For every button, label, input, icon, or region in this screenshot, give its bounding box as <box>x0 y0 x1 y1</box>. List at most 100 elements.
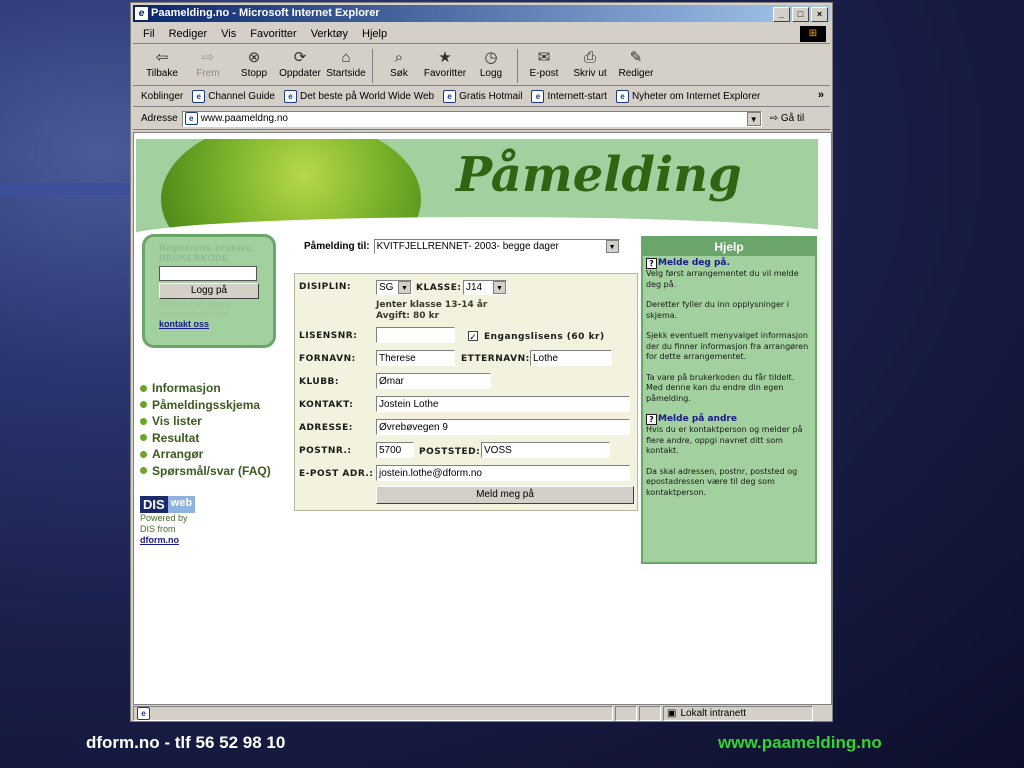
disiplin-select[interactable]: SG ▼ <box>376 280 412 295</box>
brukerkode-input[interactable] <box>159 266 257 281</box>
nav-vis-lister[interactable]: Vis lister <box>140 413 271 430</box>
help-title: Hjelp <box>643 238 815 256</box>
link-nyheter[interactable]: e Nyheter om Internet Explorer <box>615 90 760 103</box>
nav-faq[interactable]: Spørsmål/svar (FAQ) <box>140 463 271 480</box>
link-channel-guide[interactable]: e Channel Guide <box>192 90 275 103</box>
epost-input[interactable]: jostein.lothe@dform.no <box>376 465 630 481</box>
klasse-label: KLASSE: <box>416 283 462 293</box>
lisens-input[interactable] <box>376 327 455 343</box>
question-icon: ? <box>646 258 657 269</box>
toolbar-label: Favoritter <box>423 68 467 79</box>
go-button[interactable]: ⇨ Gå til <box>770 113 805 124</box>
toolbar-label: Tilbake <box>146 68 178 79</box>
menu-vis[interactable]: Vis <box>221 28 236 40</box>
minimize-button[interactable]: _ <box>773 7 790 22</box>
help-link-melde-deg[interactable]: ? Melde deg på. <box>646 258 812 269</box>
menu-fil[interactable]: Fil <box>143 28 155 40</box>
help-panel: Hjelp ? Melde deg på. Velg først arrangem… <box>641 236 817 564</box>
event-select[interactable]: KVITFJELLRENNET- 2003- begge dager ▼ <box>373 239 620 254</box>
banner: Påmelding <box>136 139 818 234</box>
link-gratis-hotmail[interactable]: e Gratis Hotmail <box>443 90 522 103</box>
help-text: Da skal adressen, postnr, poststed og ep… <box>646 466 798 497</box>
links-bar: Koblinger e Channel Guide e Det beste på W… <box>133 87 830 107</box>
toolbar-stopp-button[interactable]: ⊗ Stopp <box>231 46 277 86</box>
login-box: Registrerte brukere: BRUKERKODE Logg på … <box>142 234 276 348</box>
adresse-input[interactable]: Øvrebøvegen 9 <box>376 419 630 435</box>
nav-resultat[interactable]: Resultat <box>140 430 271 447</box>
toolbar: ⇦ Tilbake ⇨ Frem ⊗ Stopp ⟳ Oppdater ⌂ Startside ⌕ S… <box>133 46 830 86</box>
toolbar-label: Frem <box>196 68 220 79</box>
klasse-select[interactable]: J14 ▼ <box>463 280 507 295</box>
status-main: e <box>133 706 613 721</box>
question-icon: ? <box>646 414 657 425</box>
close-button[interactable]: × <box>811 7 828 22</box>
menu-hjelp[interactable]: Hjelp <box>362 28 387 40</box>
kontakt-label: KONTAKT: <box>299 400 354 410</box>
link-det-beste[interactable]: e Det beste på World Wide Web <box>283 90 434 103</box>
help-link-melde-andre[interactable]: ? Melde på andre <box>646 414 812 425</box>
bullet-icon <box>140 384 147 392</box>
status-bar: e ▣ Lokalt intranett <box>133 706 830 721</box>
dform-link[interactable]: dform.no <box>140 535 195 545</box>
kontakt-oss-link[interactable]: kontakt oss <box>159 319 259 329</box>
nav-pameldingsskjema[interactable]: Påmeldingsskjema <box>140 397 271 414</box>
toolbar-tilbake-button[interactable]: ⇦ Tilbake <box>139 46 185 86</box>
etternavn-input[interactable]: Lothe <box>530 350 612 366</box>
kontakt-input[interactable]: Jostein Lothe <box>376 396 630 412</box>
links-more-chevron-icon[interactable]: » <box>818 89 824 101</box>
engangslisens-checkbox[interactable]: ✓ <box>468 331 478 342</box>
mail-icon: ✉ <box>537 49 551 66</box>
poststed-label: POSTSTED: <box>419 447 481 457</box>
toolbar-frem-button[interactable]: ⇨ Frem <box>185 46 231 86</box>
toolbar-label: Stopp <box>240 68 268 79</box>
maximize-button[interactable]: □ <box>792 7 809 22</box>
footer-contact: dform.no - tlf 56 52 98 10 <box>86 733 286 752</box>
toolbar-startside-button[interactable]: ⌂ Startside <box>323 46 369 86</box>
nav-informasjon[interactable]: Informasjon <box>140 380 271 397</box>
toolbar-søk-button[interactable]: ⌕ Søk <box>376 46 422 86</box>
toolbar-oppdater-button[interactable]: ⟳ Oppdater <box>277 46 323 86</box>
ms-windows-logo-icon: ⊞ <box>800 26 826 42</box>
back-arrow-icon: ⇦ <box>155 49 169 66</box>
forward-arrow-icon: ⇨ <box>201 49 215 66</box>
fornavn-input[interactable]: Therese <box>376 350 455 366</box>
logg-pa-button[interactable]: Logg på <box>159 283 259 299</box>
brukerkode-label: BRUKERKODE <box>159 253 229 263</box>
chevron-down-icon: ▼ <box>493 281 506 294</box>
chevron-down-icon[interactable]: ▼ <box>746 111 761 126</box>
dis-from-text: DIS from <box>140 524 176 534</box>
toolbar-logg-button[interactable]: ◷ Logg <box>468 46 514 86</box>
toolbar-e-post-button[interactable]: ✉ E-post <box>521 46 567 86</box>
link-internett-start[interactable]: e Internett-start <box>531 90 607 103</box>
favorites-icon: ★ <box>438 49 452 66</box>
fee-text: Avgift: 80 kr <box>376 311 440 321</box>
help-text: Sjekk eventuelt menyvalget informasjon d… <box>646 331 809 361</box>
help-text: Ta vare på brukerkoden du får tildelt. M… <box>646 372 795 403</box>
history-icon: ◷ <box>484 49 498 66</box>
postnr-input[interactable]: 5700 <box>376 442 414 458</box>
menu-favoritter[interactable]: Favoritter <box>250 28 296 40</box>
toolbar-label: Søk <box>390 68 408 79</box>
toolbar-skriv-ut-button[interactable]: ⎙ Skriv ut <box>567 46 613 86</box>
menu-rediger[interactable]: Rediger <box>169 28 208 40</box>
web-logo-text: web <box>167 496 196 513</box>
class-description: Jenter klasse 13-14 år <box>376 300 488 310</box>
toolbar-rediger-button[interactable]: ✎ Rediger <box>613 46 659 86</box>
bullet-icon <box>140 467 147 475</box>
address-input[interactable]: e www.paameldng.no ▼ <box>181 110 762 127</box>
dis-logo-text: DIS <box>140 496 168 513</box>
toolbar-label: Rediger <box>618 68 654 79</box>
toolbar-favoritter-button[interactable]: ★ Favoritter <box>422 46 468 86</box>
status-cell <box>639 706 661 721</box>
nav-arrangor[interactable]: Arrangør <box>140 446 271 463</box>
help-text: Velg først arrangementet du vil melde de… <box>646 269 799 289</box>
title-bar[interactable]: e Paamelding.no - Microsoft Internet Exp… <box>133 5 830 22</box>
klubb-input[interactable]: Ømar <box>376 373 491 389</box>
toolbar-separator <box>372 49 373 83</box>
address-label: Adresse <box>141 113 178 124</box>
ie-page-icon: e <box>184 112 198 125</box>
meld-meg-pa-button[interactable]: Meld meg på <box>376 486 634 504</box>
menu-verktoy[interactable]: Verktøy <box>311 28 348 40</box>
postnr-label: POSTNR.: <box>299 446 352 456</box>
poststed-input[interactable]: VOSS <box>481 442 610 458</box>
